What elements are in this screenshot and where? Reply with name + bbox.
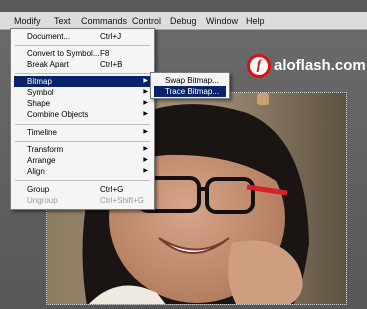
triangle-right-icon: ▶ <box>143 111 148 117</box>
menu-control[interactable]: Control <box>132 15 161 27</box>
menu-item-group[interactable]: Group Ctrl+G <box>14 184 151 195</box>
menu-item-shape[interactable]: Shape ▶ <box>14 98 151 109</box>
menu-help[interactable]: Help <box>246 15 265 27</box>
menu-item-transform[interactable]: Transform ▶ <box>14 144 151 155</box>
menu-item-trace-bitmap[interactable]: Trace Bitmap... <box>154 86 226 97</box>
flash-logo-icon: f <box>247 54 271 78</box>
menu-separator <box>15 124 150 125</box>
menu-separator <box>15 45 150 46</box>
menu-separator <box>15 73 150 74</box>
triangle-right-icon: ▶ <box>143 157 148 163</box>
triangle-right-icon: ▶ <box>143 129 148 135</box>
menu-debug[interactable]: Debug <box>170 15 197 27</box>
menu-commands[interactable]: Commands <box>81 15 127 27</box>
menu-separator <box>15 141 150 142</box>
modify-menu: Document... Ctrl+J Convert to Symbol... … <box>10 28 155 210</box>
menu-item-swap-bitmap[interactable]: Swap Bitmap... <box>154 75 226 86</box>
triangle-right-icon: ▶ <box>143 78 148 84</box>
menu-item-break-apart[interactable]: Break Apart Ctrl+B <box>14 59 151 70</box>
bitmap-submenu: Swap Bitmap... Trace Bitmap... <box>150 72 230 99</box>
menu-item-symbol[interactable]: Symbol ▶ <box>14 87 151 98</box>
triangle-right-icon: ▶ <box>143 168 148 174</box>
menu-item-bitmap[interactable]: Bitmap ▶ <box>14 76 151 87</box>
menu-modify[interactable]: Modify <box>14 15 41 27</box>
menu-item-convert-to-symbol[interactable]: Convert to Symbol... F8 <box>14 48 151 59</box>
menu-item-arrange[interactable]: Arrange ▶ <box>14 155 151 166</box>
menu-window[interactable]: Window <box>206 15 238 27</box>
menu-item-align[interactable]: Align ▶ <box>14 166 151 177</box>
menu-text[interactable]: Text <box>54 15 71 27</box>
menu-separator <box>15 180 150 181</box>
triangle-right-icon: ▶ <box>143 89 148 95</box>
menu-item-combine-objects[interactable]: Combine Objects ▶ <box>14 109 151 120</box>
menu-item-document[interactable]: Document... Ctrl+J <box>14 31 151 42</box>
menu-item-ungroup: Ungroup Ctrl+Shift+G <box>27 196 145 205</box>
menu-item-timeline[interactable]: Timeline ▶ <box>14 127 151 138</box>
triangle-right-icon: ▶ <box>143 146 148 152</box>
triangle-right-icon: ▶ <box>143 100 148 106</box>
watermark-text: aloflash.com <box>274 57 366 74</box>
